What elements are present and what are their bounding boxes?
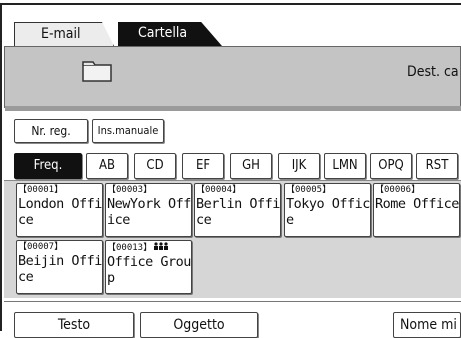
entry-number: 【00005】 <box>286 185 332 195</box>
tab-gh[interactable]: GH <box>230 153 272 179</box>
tab-ab[interactable]: AB <box>86 153 128 179</box>
bottom-divider <box>4 301 461 302</box>
entry-number: 【00007】 <box>18 242 64 252</box>
entry-name: Tokyo Office <box>286 196 370 228</box>
sender-name-button[interactable]: Nome mi <box>393 312 461 338</box>
destination-panel <box>4 46 461 108</box>
window-top-border <box>0 3 461 5</box>
entry-name: Berlin Office <box>196 196 280 228</box>
tab-email[interactable]: E-mail <box>14 22 114 46</box>
text-button[interactable]: Testo <box>14 312 134 338</box>
entry-number: 【00001】 <box>18 185 64 195</box>
entry-name: Rome Office <box>375 196 459 212</box>
entry-number-text: 【00013】 <box>107 243 153 253</box>
list-item[interactable]: 【00013】 Office Group <box>105 240 192 294</box>
destination-label: Dest. ca <box>407 64 459 80</box>
folder-icon <box>82 61 112 82</box>
entry-name: London Office <box>18 196 102 228</box>
tab-freq[interactable]: Freq. <box>14 153 82 179</box>
tab-email-label: E-mail <box>41 26 81 42</box>
entry-name: Office Group <box>107 254 191 286</box>
entry-number: 【00006】 <box>375 185 421 195</box>
list-item[interactable]: 【00003】 NewYork Office <box>105 183 192 237</box>
entry-number: 【00013】 <box>106 241 191 254</box>
list-item[interactable]: 【00001】 London Office <box>16 183 103 237</box>
subject-button[interactable]: Oggetto <box>140 312 258 338</box>
list-item[interactable]: 【00007】 Beijin Office <box>16 240 103 294</box>
panel-shadow <box>5 106 461 111</box>
entry-number: 【00003】 <box>107 185 153 195</box>
entry-name: Beijin Office <box>18 253 102 285</box>
tab-lmn[interactable]: LMN <box>324 153 366 179</box>
manual-entry-button[interactable]: Ins.manuale <box>92 119 164 143</box>
list-item[interactable]: 【00005】 Tokyo Office <box>284 183 371 237</box>
list-item[interactable]: 【00004】 Berlin Office <box>194 183 281 237</box>
tab-cartella[interactable]: Cartella <box>118 22 222 46</box>
tab-cd[interactable]: CD <box>134 153 176 179</box>
entry-name: NewYork Office <box>107 196 191 228</box>
entry-number: 【00004】 <box>196 185 242 195</box>
tab-ef[interactable]: EF <box>182 153 224 179</box>
group-icon <box>154 242 169 250</box>
tab-opq[interactable]: OPQ <box>370 153 412 179</box>
tab-cartella-label: Cartella <box>138 25 188 41</box>
tab-ijk[interactable]: IJK <box>278 153 320 179</box>
reg-number-button[interactable]: Nr. reg. <box>14 119 88 143</box>
tab-rst[interactable]: RST <box>416 153 458 179</box>
list-item[interactable]: 【00006】 Rome Office <box>373 183 460 237</box>
window-left-border <box>0 3 2 331</box>
